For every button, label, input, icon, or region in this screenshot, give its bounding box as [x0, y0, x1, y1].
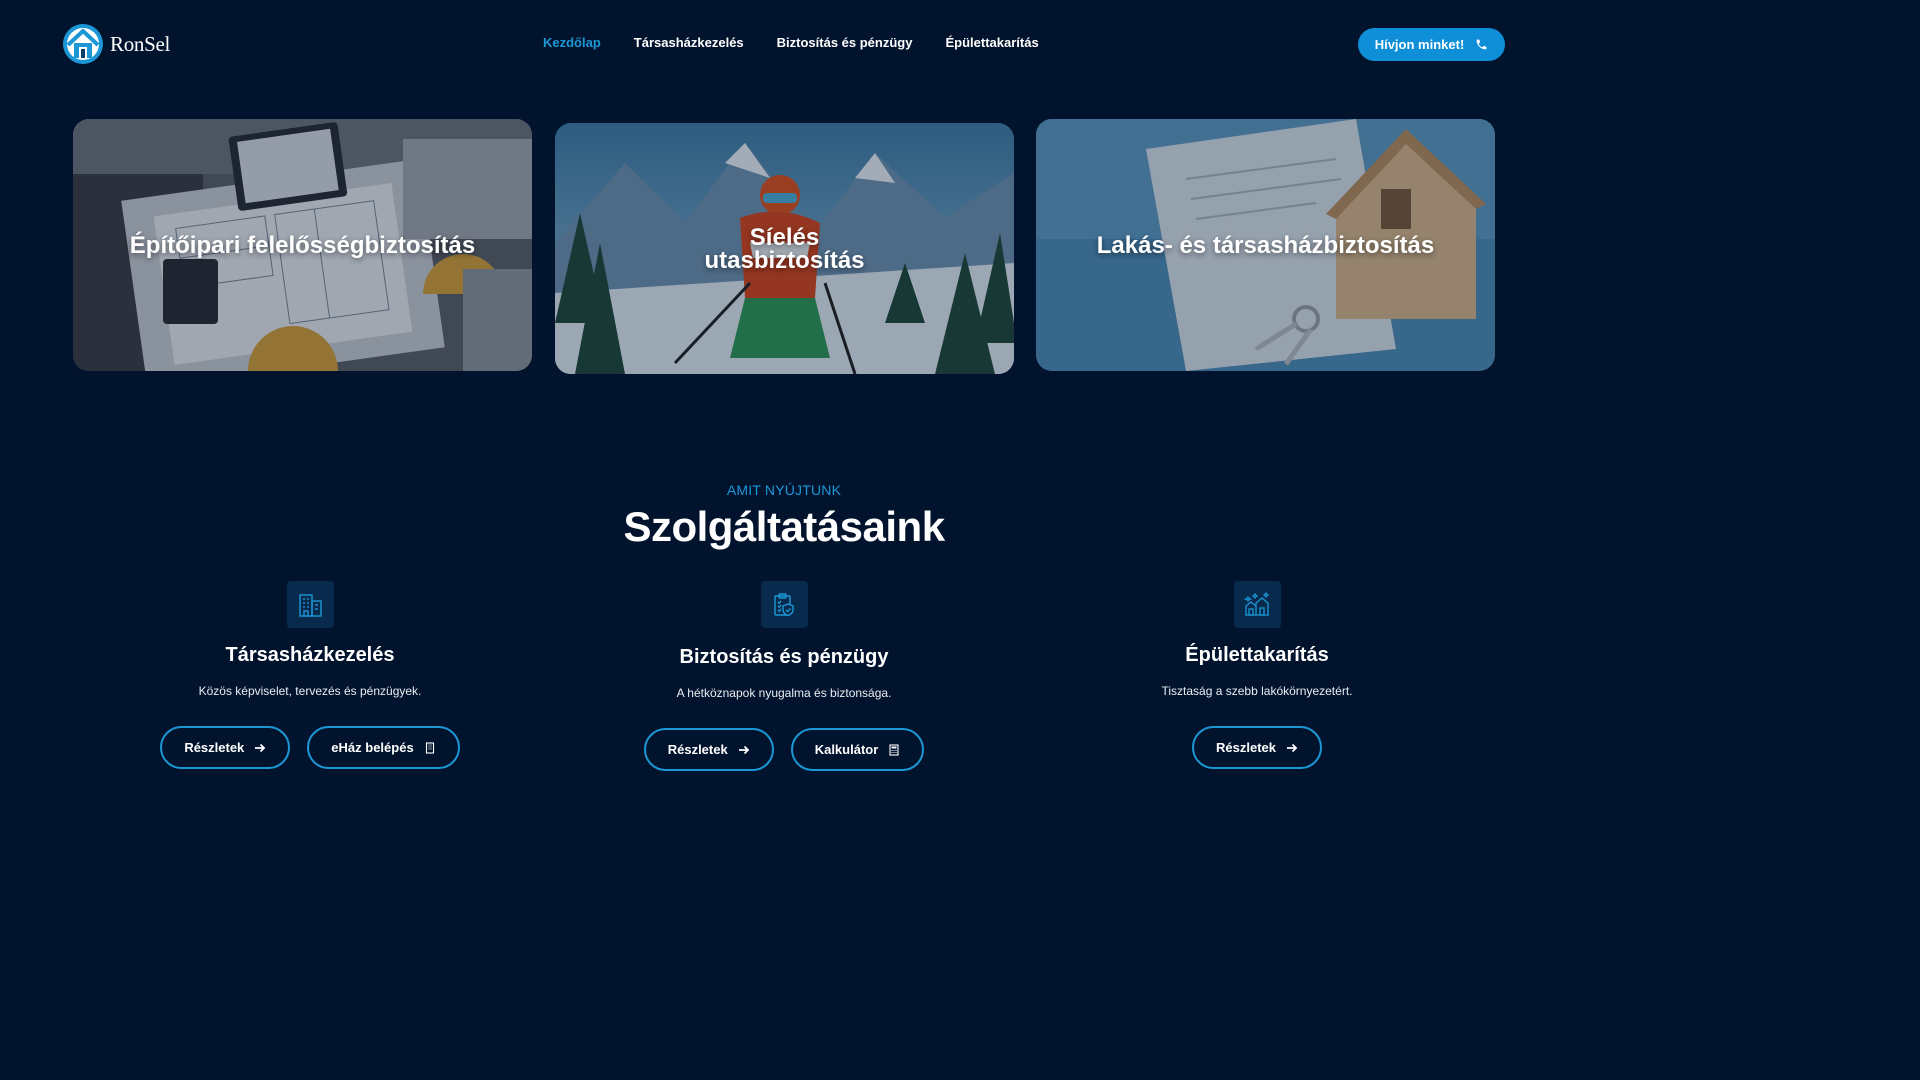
service-title: Társasházkezelés — [225, 644, 395, 666]
building-icon — [425, 741, 434, 754]
details-button-label: Részletek — [667, 742, 728, 757]
hero-card-construction-liability[interactable]: Építőipari felelősségbiztosítás — [73, 119, 532, 371]
ehaz-login-label: eHáz belépés — [331, 740, 414, 755]
clean-houses-icon — [1233, 581, 1281, 628]
service-building-cleaning: Épülettakarítás Tisztaság a szebb lakókö… — [1027, 581, 1487, 769]
hero-card-title: Síelés utasbiztosítás — [704, 223, 865, 274]
nav-item-home[interactable]: Kezdőlap — [543, 35, 601, 50]
ehaz-login-button[interactable]: eHáz belépés — [307, 726, 460, 769]
hero-card-title: Építőipari felelősségbiztosítás — [129, 231, 476, 259]
arrow-right-icon — [738, 745, 749, 754]
details-button-label: Részletek — [1216, 740, 1276, 755]
main-nav: Kezdőlap Társasházkezelés Biztosítás és … — [543, 35, 1039, 50]
house-logo-icon — [63, 24, 103, 64]
details-button[interactable]: Részletek — [160, 726, 291, 769]
insurance-document-icon — [760, 581, 808, 628]
nav-item-insurance-finance[interactable]: Biztosítás és pénzügy — [777, 35, 913, 50]
logo-link[interactable]: RonSel — [62, 23, 170, 65]
details-button[interactable]: Részletek — [643, 728, 774, 771]
calculator-button-label: Kalkulátor — [814, 742, 879, 757]
arrow-right-icon — [255, 743, 266, 752]
apartment-building-icon — [286, 581, 334, 628]
details-button-label: Részletek — [184, 740, 245, 755]
service-description: A hétköznapok nyugalma és biztonsága. — [676, 686, 892, 700]
service-title: Biztosítás és pénzügy — [679, 646, 889, 668]
arrow-right-icon — [1286, 743, 1298, 752]
nav-item-building-cleaning[interactable]: Épülettakarítás — [945, 35, 1038, 50]
call-us-label: Hívjon minket! — [1374, 37, 1465, 52]
calculator-button[interactable]: Kalkulátor — [790, 728, 925, 771]
calculator-icon — [889, 743, 899, 756]
service-buttons: Részletek eHáz belépés — [80, 726, 540, 769]
service-condo-management: Társasházkezelés Közös képviselet, terve… — [80, 581, 540, 769]
hero-card-ski-travel[interactable]: Síelés utasbiztosítás — [555, 123, 1014, 374]
nav-item-condo-management[interactable]: Társasházkezelés — [634, 35, 744, 50]
site-header: RonSel Kezdőlap Társasházkezelés Biztosí… — [0, 0, 1568, 88]
call-us-button[interactable]: Hívjon minket! — [1358, 28, 1505, 61]
hero-card-home-insurance[interactable]: Lakás- és társasházbiztosítás — [1036, 119, 1495, 371]
service-buttons: Részletek — [1027, 726, 1487, 769]
details-button[interactable]: Részletek — [1192, 726, 1322, 769]
section-title: Szolgáltatásaink — [623, 503, 945, 550]
service-buttons: Részletek Kalkulátor — [554, 728, 1014, 771]
brand-name: RonSel — [110, 31, 171, 56]
phone-icon — [1476, 39, 1487, 50]
service-description: Közös képviselet, tervezés és pénzügyek. — [198, 684, 422, 698]
hero-card-title: Lakás- és társasházbiztosítás — [1096, 231, 1435, 259]
service-insurance-finance: Biztosítás és pénzügy A hétköznapok nyug… — [554, 581, 1014, 771]
service-title: Épülettakarítás — [1185, 644, 1329, 666]
service-description: Tisztaság a szebb lakókörnyezetért. — [1161, 684, 1353, 698]
section-eyebrow: AMIT NYÚJTUNK — [726, 482, 842, 498]
